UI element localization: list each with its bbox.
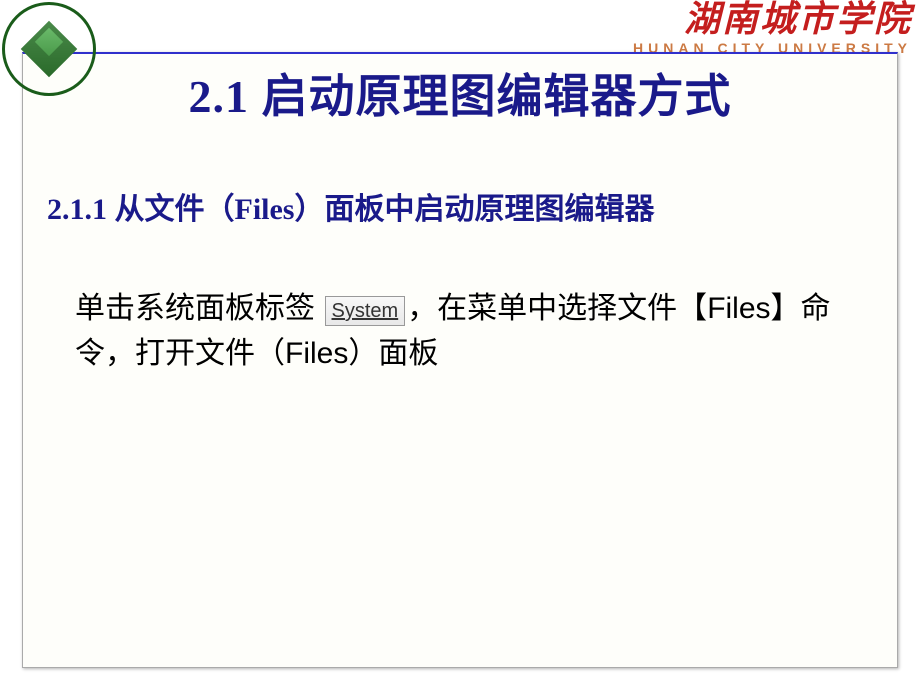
body-files2: Files [285,337,348,370]
slide-content-frame: 2.1 启动原理图编辑器方式 2.1.1 从文件（Files）面板中启动原理图编… [22,52,898,668]
body-text: 单击系统面板标签 System，在菜单中选择文件【Files】命令，打开文件（F… [75,286,857,376]
university-name-chinese: 湖南城市学院 [633,0,912,40]
section-title: 2.1.1 从文件（Files）面板中启动原理图编辑器 [47,184,897,228]
body-files1: Files [707,292,770,325]
slide-title: 2.1 启动原理图编辑器方式 [23,60,897,126]
university-logo-left [2,2,102,102]
body-part2: ，在菜单中选择文件【 [407,292,707,325]
body-part4: ）面板 [348,337,438,370]
system-button-label: System [325,296,406,326]
university-logo-right: 湖南城市学院 HUNAN CITY UNIVERSITY [633,0,912,56]
body-part1: 单击系统面板标签 [75,292,323,325]
